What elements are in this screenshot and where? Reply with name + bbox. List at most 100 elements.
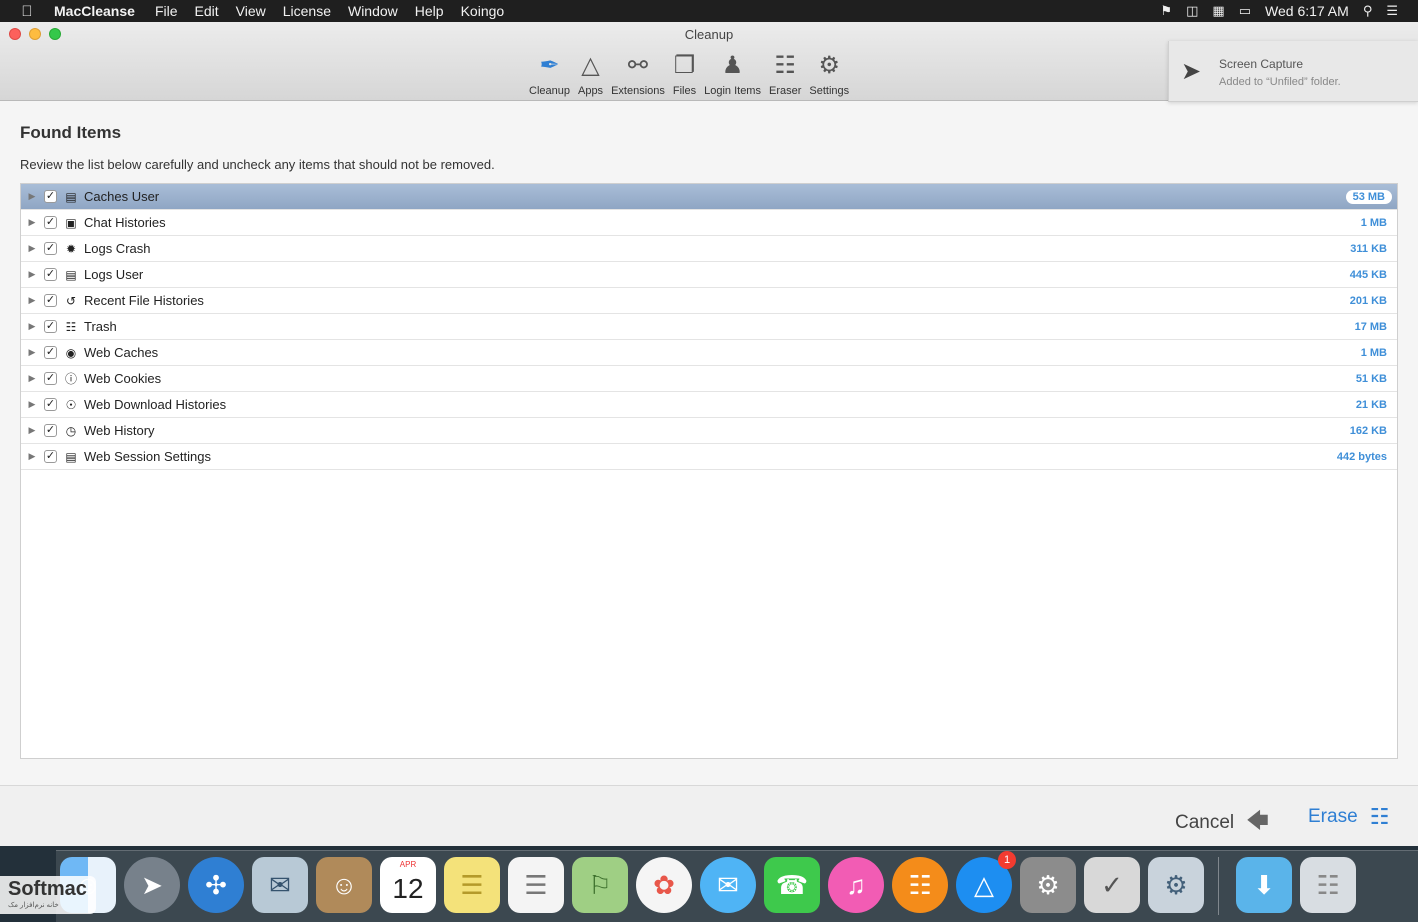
item-checkbox[interactable]: ✓ bbox=[44, 268, 57, 281]
list-item[interactable]: ▶ ✓ ▤ Caches User 53 MB bbox=[21, 184, 1397, 210]
downloads-folder-icon[interactable]: ⬇ bbox=[1236, 857, 1292, 913]
disclosure-triangle-icon[interactable]: ▶ bbox=[22, 295, 42, 306]
disclosure-triangle-icon[interactable]: ▶ bbox=[22, 269, 42, 280]
disclosure-triangle-icon[interactable]: ▶ bbox=[22, 321, 42, 332]
contacts-icon[interactable]: ☺ bbox=[316, 857, 372, 913]
reminders-icon[interactable]: ☰ bbox=[508, 857, 564, 913]
disclosure-triangle-icon[interactable]: ▶ bbox=[22, 243, 42, 254]
apple-menu-icon[interactable]:  bbox=[0, 3, 54, 20]
menu-edit[interactable]: Edit bbox=[195, 3, 219, 19]
list-item[interactable]: ▶ ✓ ☉ Web Download Histories 21 KB bbox=[21, 392, 1397, 418]
disclosure-triangle-icon[interactable]: ▶ bbox=[22, 217, 42, 228]
notification-body: Added to “Unfiled” folder. bbox=[1219, 76, 1341, 88]
erase-button[interactable]: Erase ☷ bbox=[1308, 804, 1389, 830]
disclosure-triangle-icon[interactable]: ▶ bbox=[22, 347, 42, 358]
item-checkbox[interactable]: ✓ bbox=[44, 450, 57, 463]
list-item[interactable]: ▶ ✓ ⓘ Web Cookies 51 KB bbox=[21, 366, 1397, 392]
window-title: Cleanup bbox=[684, 27, 734, 42]
list-item[interactable]: ▶ ✓ ▤ Logs User 445 KB bbox=[21, 262, 1397, 288]
item-size: 21 KB bbox=[1355, 398, 1387, 411]
launchpad-icon[interactable]: ➤ bbox=[124, 857, 180, 913]
settings-icon: ⚙ bbox=[818, 51, 841, 79]
toolbar: ✒ Cleanup △ Apps ⚯ Extensions ❐ Files ♟ … bbox=[525, 48, 853, 98]
item-checkbox[interactable]: ✓ bbox=[44, 398, 57, 411]
list-item[interactable]: ▶ ✓ ▤ Web Session Settings 442 bytes bbox=[21, 444, 1397, 470]
messages-icon[interactable]: ✉ bbox=[700, 857, 756, 913]
menu-koingo[interactable]: Koingo bbox=[461, 3, 505, 19]
app-store-icon[interactable]: △ 1 bbox=[956, 851, 1016, 913]
item-checkbox[interactable]: ✓ bbox=[44, 242, 57, 255]
item-checkbox[interactable]: ✓ bbox=[44, 190, 57, 203]
list-item[interactable]: ▶ ✓ ▣ Chat Histories 1 MB bbox=[21, 210, 1397, 236]
facetime-icon[interactable]: ☎ bbox=[764, 857, 820, 913]
toolbar-files[interactable]: ❐ Files bbox=[669, 48, 700, 98]
list-item[interactable]: ▶ ✓ ☷ Trash 17 MB bbox=[21, 314, 1397, 340]
list-item[interactable]: ▶ ✓ ✹ Logs Crash 311 KB bbox=[21, 236, 1397, 262]
calendar-icon[interactable]: APR 12 bbox=[380, 857, 436, 913]
spotlight-search-icon[interactable]: ⚲ bbox=[1363, 3, 1373, 19]
footer-bar: Cancel 🡄 Erase ☷ bbox=[0, 785, 1418, 846]
item-checkbox[interactable]: ✓ bbox=[44, 294, 57, 307]
item-label: Chat Histories bbox=[84, 215, 166, 230]
toolbar-label: Cleanup bbox=[529, 85, 570, 97]
item-size: 201 KB bbox=[1349, 294, 1387, 307]
photos-icon[interactable]: ✿ bbox=[636, 857, 692, 913]
notification-banner[interactable]: ➤ Screen Capture Added to “Unfiled” fold… bbox=[1168, 41, 1418, 102]
menu-clock[interactable]: Wed 6:17 AM bbox=[1265, 3, 1349, 19]
page-title: Found Items bbox=[20, 123, 122, 142]
toolbar-settings[interactable]: ⚙ Settings bbox=[805, 48, 853, 98]
list-item[interactable]: ▶ ✓ ◷ Web History 162 KB bbox=[21, 418, 1397, 444]
toolbar-eraser[interactable]: ☷ Eraser bbox=[765, 48, 805, 98]
menu-view[interactable]: View bbox=[236, 3, 266, 19]
notification-center-icon[interactable]: ☰ bbox=[1386, 3, 1398, 19]
disclosure-triangle-icon[interactable]: ▶ bbox=[22, 373, 42, 384]
menu-file[interactable]: File bbox=[155, 3, 178, 19]
menu-window[interactable]: Window bbox=[348, 3, 398, 19]
itunes-icon[interactable]: ♫ bbox=[828, 857, 884, 913]
toolbar-apps[interactable]: △ Apps bbox=[574, 48, 607, 98]
toolbar-label: Settings bbox=[809, 85, 850, 97]
trash-icon: ☷ bbox=[65, 319, 77, 334]
item-checkbox[interactable]: ✓ bbox=[44, 424, 57, 437]
item-checkbox[interactable]: ✓ bbox=[44, 320, 57, 333]
list-item[interactable]: ▶ ✓ ↺ Recent File Histories 201 KB bbox=[21, 288, 1397, 314]
item-label: Web History bbox=[84, 423, 155, 438]
menu-app-name[interactable]: MacCleanse bbox=[54, 3, 135, 19]
disclosure-triangle-icon[interactable]: ▶ bbox=[22, 191, 42, 202]
flag-status-icon[interactable]: ⚑ bbox=[1160, 3, 1172, 19]
maps-icon[interactable]: ⚐ bbox=[572, 857, 628, 913]
item-label: Recent File Histories bbox=[84, 293, 204, 308]
safari-icon[interactable]: ✣ bbox=[188, 857, 244, 913]
toolbar-login-items[interactable]: ♟ Login Items bbox=[700, 48, 765, 98]
list-item[interactable]: ▶ ✓ ◉ Web Caches 1 MB bbox=[21, 340, 1397, 366]
mail-icon[interactable]: ✉ bbox=[252, 857, 308, 913]
cancel-label: Cancel bbox=[1175, 812, 1235, 833]
airplay-status-icon[interactable]: ▭ bbox=[1239, 3, 1251, 19]
disclosure-triangle-icon[interactable]: ▶ bbox=[22, 425, 42, 436]
drawer-icon: ▤ bbox=[65, 189, 77, 204]
display-status-icon[interactable]: ◫ bbox=[1186, 3, 1198, 19]
disclosure-triangle-icon[interactable]: ▶ bbox=[22, 399, 42, 410]
toolbar-extensions[interactable]: ⚯ Extensions bbox=[607, 48, 669, 98]
system-preferences-icon[interactable]: ⚙ bbox=[1020, 857, 1076, 913]
item-checkbox[interactable]: ✓ bbox=[44, 372, 57, 385]
cancel-button[interactable]: Cancel 🡄 bbox=[1175, 804, 1269, 842]
menu-help[interactable]: Help bbox=[415, 3, 444, 19]
ibooks-icon[interactable]: ☷ bbox=[892, 857, 948, 913]
item-label: Logs Crash bbox=[84, 241, 151, 256]
menu-license[interactable]: License bbox=[283, 3, 331, 19]
toolbar-label: Login Items bbox=[704, 85, 761, 97]
trash-icon: ☷ bbox=[774, 51, 796, 79]
screen-capture-icon: ➤ bbox=[1181, 58, 1202, 85]
notes-icon[interactable]: ☰ bbox=[444, 857, 500, 913]
input-source-flag-icon[interactable]: ▦ bbox=[1212, 3, 1224, 19]
maccleanse-icon[interactable]: ✓ bbox=[1084, 857, 1140, 913]
item-checkbox[interactable]: ✓ bbox=[44, 216, 57, 229]
dock-trash-icon[interactable]: ☷ bbox=[1300, 857, 1356, 913]
item-checkbox[interactable]: ✓ bbox=[44, 346, 57, 359]
toolbar-cleanup[interactable]: ✒ Cleanup bbox=[525, 48, 574, 98]
document-icon: ▤ bbox=[65, 267, 77, 282]
disclosure-triangle-icon[interactable]: ▶ bbox=[22, 451, 42, 462]
automator-icon[interactable]: ⚙ bbox=[1148, 857, 1204, 913]
erase-label: Erase bbox=[1308, 806, 1358, 827]
